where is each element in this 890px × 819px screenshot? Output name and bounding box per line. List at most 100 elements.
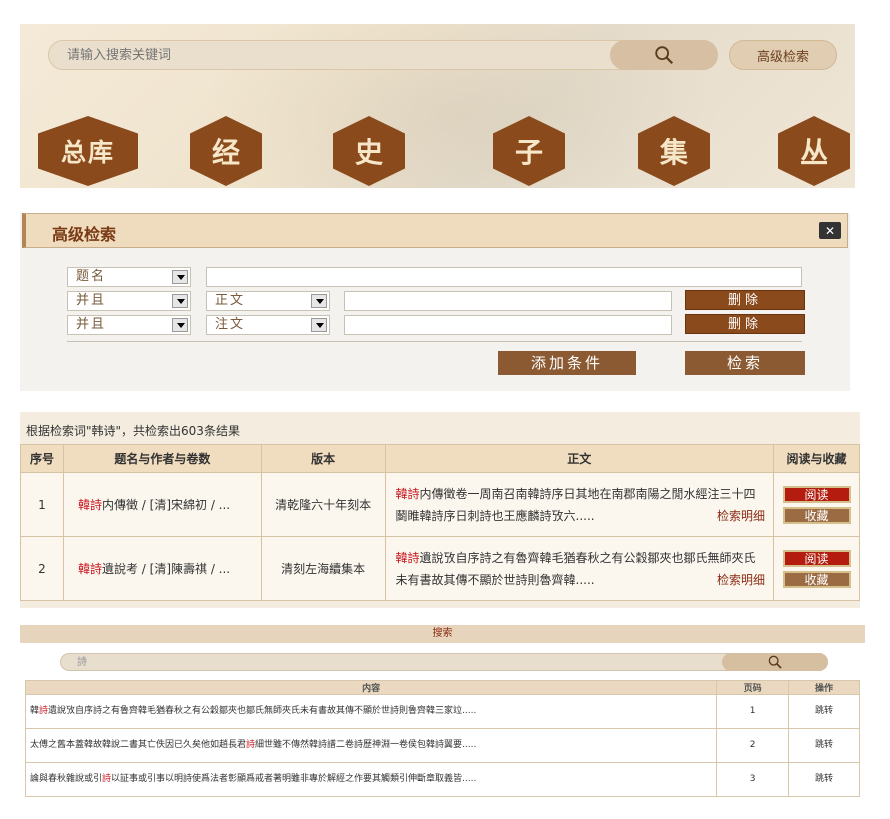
- results-table: 序号 题名与作者与卷数 版本 正文 阅读与收藏 1 韓詩内傳徵 / [清]宋綿初…: [20, 444, 860, 601]
- advanced-search-button[interactable]: 高级检索: [729, 40, 837, 70]
- chevron-down-icon: [172, 318, 188, 332]
- select-value: 题名: [76, 269, 107, 284]
- edition-cell: 清乾隆六十年刻本: [260, 472, 386, 537]
- advanced-search-panel: 高级检索 ✕ 题名 并且 正文 删除 并且 注文 删除 添加条件 检索: [20, 213, 850, 391]
- content-cell: 太傅之舊本蓋韓故韓說二書其亡佚因已久矣他如趙長君詩細世雖不傳然韓詩譜二卷詩歷神淵…: [24, 728, 718, 763]
- detail-link[interactable]: 检索明细: [717, 569, 765, 591]
- category-zi[interactable]: 子: [493, 116, 565, 186]
- text-snippet: 内傳徵卷一周南召南韓詩序日其地在南郡南陽之閒水經注三十四鬬睢韓詩序日刺詩也王應麟…: [395, 486, 756, 523]
- table-row: 太傅之舊本蓋韓故韓說二書其亡佚因已久矣他如趙長君詩細世雖不傳然韓詩譜二卷詩歷神淵…: [24, 728, 860, 763]
- category-shi[interactable]: 史: [333, 116, 405, 186]
- content-text: 韓: [30, 706, 40, 716]
- chevron-down-icon: [311, 294, 327, 308]
- chevron-down-icon: [172, 270, 188, 284]
- content-text: 論與春秋雜說或引: [30, 774, 103, 784]
- title-text: 遺說考 / [清]陳壽祺 / ...: [101, 562, 231, 576]
- favorite-button[interactable]: 收藏: [782, 570, 851, 588]
- content-text: 細世雖不傳然韓詩譜二卷詩歷神淵一卷侯包韓詩翼要.....: [255, 740, 477, 750]
- select-value: 注文: [215, 317, 246, 332]
- col-header: 版本: [260, 444, 386, 473]
- in-book-search-input[interactable]: 詩: [77, 654, 87, 672]
- close-icon[interactable]: ✕: [819, 222, 841, 239]
- highlight-term: 詩: [39, 706, 49, 716]
- action-cell: 阅读 收藏: [773, 536, 860, 601]
- col-header: 正文: [384, 444, 775, 473]
- col-header: 题名与作者与卷数: [62, 444, 262, 473]
- delete-condition-button[interactable]: 删除: [685, 314, 805, 334]
- in-book-search-button[interactable]: [722, 653, 828, 671]
- table-row: 1 韓詩内傳徵 / [清]宋綿初 / ... 清乾隆六十年刻本 韓詩内傳徵卷一周…: [20, 472, 860, 537]
- category-label: 经: [211, 136, 240, 169]
- search-icon: [655, 46, 674, 65]
- title-text: 内傳徵 / [清]宋綿初 / ...: [101, 498, 231, 512]
- chevron-down-icon: [172, 294, 188, 308]
- category-label: 史: [354, 136, 383, 169]
- jump-link[interactable]: 跳转: [788, 694, 860, 729]
- logic-select[interactable]: 并且: [67, 315, 191, 335]
- advanced-search-submit[interactable]: 检索: [685, 351, 805, 375]
- col-header: 阅读与收藏: [773, 444, 860, 473]
- text-cell: 韓詩遺說攷自序詩之有魯齊韓毛猶春秋之有公穀鄒夾也鄒氏無師夾氏未有書故其傳不顯於世…: [384, 536, 775, 601]
- field-select[interactable]: 注文: [206, 315, 330, 335]
- page-number: 1: [716, 694, 790, 729]
- search-icon: [768, 655, 782, 669]
- in-book-search: 搜索 詩 内容 页码 操作 韓詩遺說攷自序詩之有魯齊韓毛猶春秋之有公穀鄒夾也鄒氏…: [20, 625, 865, 800]
- search-button[interactable]: [610, 40, 718, 70]
- highlight-term: 詩: [246, 740, 256, 750]
- in-book-results-table: 内容 页码 操作 韓詩遺說攷自序詩之有魯齊韓毛猶春秋之有公穀鄒夾也鄒氏無師夾氏未…: [24, 680, 860, 797]
- title-cell[interactable]: 韓詩遺說考 / [清]陳壽祺 / ...: [62, 536, 262, 601]
- in-book-search-bar[interactable]: 詩: [60, 653, 828, 671]
- col-header: 操作: [788, 680, 860, 695]
- favorite-button[interactable]: 收藏: [782, 506, 851, 524]
- category-label: 子: [514, 136, 543, 169]
- select-value: 并且: [76, 293, 107, 308]
- category-all[interactable]: 总库: [38, 116, 138, 186]
- advanced-search-title: 高级检索: [52, 225, 117, 244]
- keyword-input[interactable]: [206, 267, 802, 287]
- advanced-search-header: 高级检索 ✕: [22, 213, 848, 248]
- highlight-term: 韓詩: [395, 550, 420, 565]
- chevron-down-icon: [311, 318, 327, 332]
- category-label: 丛: [799, 136, 828, 169]
- search-input[interactable]: [67, 41, 607, 69]
- banner: 高级检索 总库 经 史 子 集 丛: [20, 24, 855, 188]
- field-select[interactable]: 正文: [206, 291, 330, 311]
- page-number: 3: [716, 762, 790, 797]
- row-number: 2: [20, 536, 64, 601]
- field-select[interactable]: 题名: [67, 267, 191, 287]
- category-ji[interactable]: 集: [638, 116, 710, 186]
- keyword-input[interactable]: [344, 291, 672, 311]
- category-nav: 总库 经 史 子 集 丛: [38, 116, 850, 186]
- jump-link[interactable]: 跳转: [788, 728, 860, 763]
- table-row: 2 韓詩遺說考 / [清]陳壽祺 / ... 清刻左海續集本 韓詩遺說攷自序詩之…: [20, 536, 860, 601]
- table-row: 韓詩遺說攷自序詩之有魯齊韓毛猶春秋之有公穀鄒夾也鄒氏無師夾氏未有書故其傳不顯於世…: [24, 694, 860, 729]
- read-button[interactable]: 阅读: [782, 485, 851, 503]
- table-row: 論與春秋雜說或引詩以証事或引事以明詩使爲法者彰顯爲戒者著明雖非專於解經之作要其觸…: [24, 762, 860, 797]
- category-jing[interactable]: 经: [190, 116, 262, 186]
- delete-condition-button[interactable]: 删除: [685, 290, 805, 310]
- jump-link[interactable]: 跳转: [788, 762, 860, 797]
- category-label: 总库: [60, 138, 115, 167]
- highlight-term: 詩: [102, 774, 112, 784]
- col-header: 内容: [24, 680, 718, 695]
- detail-link[interactable]: 检索明细: [717, 505, 765, 527]
- content-cell: 論與春秋雜說或引詩以証事或引事以明詩使爲法者彰顯爲戒者著明雖非專於解經之作要其觸…: [24, 762, 718, 797]
- search-bar[interactable]: [48, 40, 718, 70]
- text-cell: 韓詩内傳徵卷一周南召南韓詩序日其地在南郡南陽之閒水經注三十四鬬睢韓詩序日刺詩也王…: [384, 472, 775, 537]
- category-label: 集: [659, 136, 688, 169]
- read-button[interactable]: 阅读: [782, 549, 851, 567]
- select-value: 并且: [76, 317, 107, 332]
- select-value: 正文: [215, 293, 246, 308]
- divider: [67, 341, 802, 342]
- col-header: 序号: [20, 444, 64, 473]
- content-cell: 韓詩遺說攷自序詩之有魯齊韓毛猶春秋之有公穀鄒夾也鄒氏無師夾氏未有書故其傳不顯於世…: [24, 694, 718, 729]
- title-cell[interactable]: 韓詩内傳徵 / [清]宋綿初 / ...: [62, 472, 262, 537]
- add-condition-button[interactable]: 添加条件: [498, 351, 636, 375]
- row-number: 1: [20, 472, 64, 537]
- logic-select[interactable]: 并且: [67, 291, 191, 311]
- content-text: 遺說攷自序詩之有魯齊韓毛猶春秋之有公穀鄒夾也鄒氏無師夾氏未有書故其傳不顯於世詩則…: [48, 706, 477, 716]
- category-cong[interactable]: 丛: [778, 116, 850, 186]
- page-number: 2: [716, 728, 790, 763]
- text-snippet: 遺說攷自序詩之有魯齊韓毛猶春秋之有公穀鄒夾也鄒氏無師夾氏未有書故其傳不顯於世詩則…: [395, 550, 756, 587]
- keyword-input[interactable]: [344, 315, 672, 335]
